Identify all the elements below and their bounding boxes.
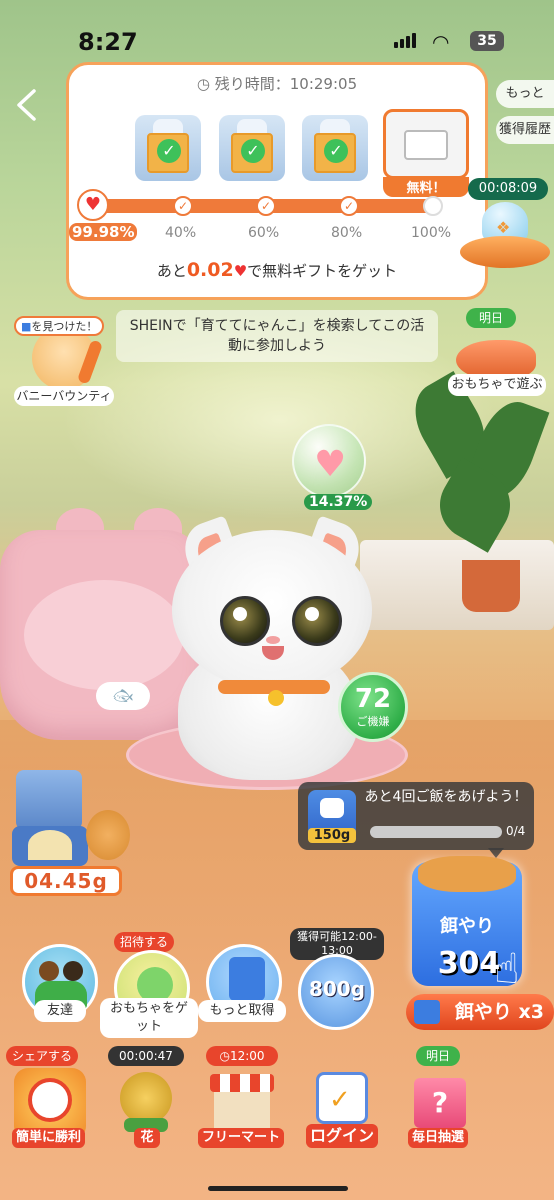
prize-free-tag: 無料！ xyxy=(383,177,469,197)
milestone-check: ✓ xyxy=(339,196,359,216)
cat-eye xyxy=(220,596,270,646)
daily-lottery-label: 毎日抽選 xyxy=(408,1128,469,1148)
food-counter: 04.45g xyxy=(10,866,122,896)
goal-text: あと0.02♥で無料ギフトをゲット xyxy=(156,259,398,281)
check-icon: ✓ xyxy=(329,1085,351,1115)
invite-badge: 招待する xyxy=(114,932,175,952)
people-icon xyxy=(63,961,83,981)
gift-progress-card: ◷ 残り時間：10:29:05 ✓ ✓ ✓ 無料！ ♥ ✓ ✓ ✓ 99.98%… xyxy=(66,62,488,300)
chevron-left-icon xyxy=(17,89,36,121)
notebook-icon: ■ xyxy=(21,320,32,333)
remaining-time: ◷ 残り時間：10:29:05 xyxy=(196,75,358,93)
bell-icon xyxy=(268,690,284,706)
store-icon xyxy=(214,1092,270,1132)
wifi-icon: ◠ xyxy=(432,30,450,54)
mood-meter[interactable]: 72 ご機嫌 xyxy=(338,672,408,742)
heart-icon: ♥ xyxy=(233,262,248,280)
get-toy-label: おもちゃをゲット xyxy=(100,998,198,1038)
tomorrow-badge: 明日 xyxy=(466,308,516,328)
prize-image[interactable] xyxy=(383,109,469,179)
bunny-badge: ■を見つけた！ xyxy=(14,316,105,336)
cat-eye xyxy=(292,596,342,646)
task-progress-bar xyxy=(370,826,502,838)
clock-icon: ◷ xyxy=(196,75,210,93)
feed-x3-button[interactable]: 餌やり x3 xyxy=(406,994,554,1030)
check-icon: ✓ xyxy=(157,139,181,163)
calendar-icon: ✓ xyxy=(316,1072,368,1124)
alarm-clock-icon xyxy=(28,1078,72,1122)
history-button[interactable]: 獲得履歴 xyxy=(496,116,554,144)
share-badge: シェアする xyxy=(6,1046,79,1066)
home-indicator[interactable] xyxy=(208,1186,348,1191)
ufo-reward-button[interactable]: ❖ xyxy=(456,198,552,288)
ufo-timer: 00:08:09 xyxy=(468,178,548,200)
login-label: ログイン xyxy=(306,1124,379,1148)
check-icon: ✓ xyxy=(324,139,348,163)
market-timer: ◷12:00 xyxy=(206,1046,278,1066)
play-toy-label: おもちゃで遊ぶ xyxy=(448,374,546,396)
kibble-icon xyxy=(86,810,130,860)
gift-box-1[interactable]: ✓ xyxy=(135,115,201,181)
heart-bubble[interactable]: ♥ xyxy=(292,424,366,498)
flower-timer: 00:00:47 xyxy=(108,1046,184,1066)
plant-pot xyxy=(462,560,520,612)
back-button[interactable] xyxy=(14,88,44,124)
bunny-label: バニーバウンティ xyxy=(14,386,114,406)
mystery-gift-icon: ? xyxy=(414,1078,466,1128)
feed-task-panel: 150g あと4回ご飯をあげよう！ 0/4 xyxy=(298,782,534,850)
get-more-label: もっと取得 xyxy=(198,1000,286,1022)
milestone-label: 100% xyxy=(411,225,452,241)
task-count: 0/4 xyxy=(506,824,526,838)
gift-box-3[interactable]: ✓ xyxy=(302,115,368,181)
friends-label: 友達 xyxy=(34,1000,86,1022)
people-icon xyxy=(39,961,59,981)
milestone-label: 40% xyxy=(165,225,197,241)
flower-label: 花 xyxy=(134,1128,160,1148)
task-text: あと4回ご飯をあげよう！ xyxy=(364,789,528,805)
claim-food-button[interactable]: 800g xyxy=(298,954,374,1030)
flower-icon xyxy=(120,1072,172,1124)
feed-bag-label: 餌やり xyxy=(440,916,494,937)
milestone-check: ✓ xyxy=(256,196,276,216)
heart-icon: ♥ xyxy=(77,189,109,221)
progress-percent: 99.98% xyxy=(69,223,138,241)
gauge-icon xyxy=(28,830,72,860)
milestone-label: 60% xyxy=(248,225,280,241)
heart-icon: ♥ xyxy=(314,444,347,485)
check-icon: ✓ xyxy=(241,139,265,163)
cat-head[interactable] xyxy=(172,530,372,690)
search-hint: SHEINで「育ててにゃんこ」を検索してこの活動に参加しよう xyxy=(116,310,438,362)
easy-win-label: 簡単に勝利 xyxy=(12,1128,86,1148)
pet-bed-cushion xyxy=(24,580,184,690)
bubble-percent: 14.37% xyxy=(304,494,373,510)
lottery-badge: 明日 xyxy=(416,1046,461,1066)
kibble-icon xyxy=(418,856,516,892)
cat-nose xyxy=(266,636,280,644)
food-bag-icon xyxy=(229,957,265,1001)
awning-icon xyxy=(210,1074,274,1092)
cat-face-icon xyxy=(320,798,344,818)
fish-icon: 🐟︎ xyxy=(96,682,150,710)
milestone-end xyxy=(423,196,443,216)
status-time: 8:27 xyxy=(78,28,138,56)
more-button[interactable]: もっと xyxy=(496,80,554,108)
battery-icon: 35 xyxy=(470,31,504,51)
signal-icon xyxy=(394,33,416,48)
food-bag-icon xyxy=(414,1000,440,1024)
food-container-icon xyxy=(16,770,82,830)
paw-icon: ❖ xyxy=(496,218,511,237)
milestone-label: 80% xyxy=(331,225,363,241)
milestone-check: ✓ xyxy=(173,196,193,216)
window-shelf xyxy=(360,540,554,630)
clock-icon: ◷ xyxy=(219,1049,230,1063)
ufo-icon xyxy=(460,236,550,268)
free-mart-label: フリーマート xyxy=(198,1128,285,1148)
task-amount: 150g xyxy=(308,828,356,843)
tap-hand-icon: ☝ xyxy=(494,944,520,993)
device-icon xyxy=(404,130,448,160)
gift-box-2[interactable]: ✓ xyxy=(219,115,285,181)
